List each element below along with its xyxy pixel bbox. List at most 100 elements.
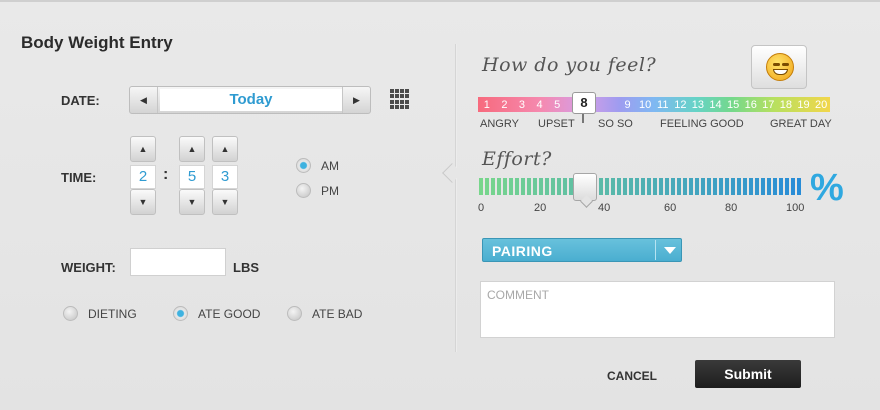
effort-segment <box>479 178 483 195</box>
smiley-face-icon <box>766 53 794 81</box>
effort-tick: 20 <box>534 202 547 214</box>
feel-number[interactable]: 3 <box>513 99 531 111</box>
effort-segment <box>743 178 747 195</box>
feel-number[interactable]: 20 <box>812 99 830 111</box>
effort-segment <box>545 178 549 195</box>
feel-number[interactable]: 13 <box>689 99 707 111</box>
date-picker: ◀ Today ▶ <box>129 86 371 114</box>
feel-number[interactable]: 2 <box>496 99 514 111</box>
effort-segment <box>749 178 753 195</box>
feel-number[interactable]: 9 <box>619 99 637 111</box>
feel-number[interactable]: 15 <box>724 99 742 111</box>
effort-segment <box>689 178 693 195</box>
hour-down-button[interactable]: ▼ <box>130 189 156 215</box>
effort-segment <box>755 178 759 195</box>
minute-tens-field[interactable]: 5 <box>179 165 205 189</box>
comment-field[interactable] <box>480 281 835 338</box>
effort-segment <box>503 178 507 195</box>
effort-segment <box>557 178 561 195</box>
feel-label-great-day: GREAT DAY <box>770 118 832 130</box>
feel-label-angry: ANGRY <box>480 118 519 130</box>
minute-tens-down-button[interactable]: ▼ <box>179 189 205 215</box>
date-value[interactable]: Today <box>160 89 342 111</box>
hour-field[interactable]: 2 <box>130 165 156 189</box>
ate-good-label: ATE GOOD <box>198 307 261 321</box>
minute-ones-field[interactable]: 3 <box>212 165 238 189</box>
effort-segment <box>563 178 567 195</box>
column-divider <box>455 44 457 352</box>
feel-number[interactable]: 11 <box>654 99 672 111</box>
feel-number[interactable]: 4 <box>531 99 549 111</box>
effort-segment <box>761 178 765 195</box>
effort-segment <box>725 178 729 195</box>
calendar-grid-icon[interactable] <box>390 89 410 109</box>
pm-label: PM <box>321 184 339 198</box>
effort-segment <box>599 178 603 195</box>
effort-segment <box>647 178 651 195</box>
feel-number[interactable]: 16 <box>742 99 760 111</box>
feel-scale[interactable]: 1234567891011121314151617181920 <box>478 97 830 112</box>
time-label: TIME: <box>61 170 97 185</box>
feel-number[interactable]: 10 <box>636 99 654 111</box>
feel-number[interactable]: 18 <box>777 99 795 111</box>
dropdown-separator <box>655 240 656 260</box>
dieting-label: DIETING <box>88 307 137 321</box>
minute-ones-up-button[interactable]: ▲ <box>212 136 238 162</box>
weight-unit: LBS <box>233 260 259 275</box>
cancel-button[interactable]: CANCEL <box>607 369 657 383</box>
effort-segment <box>485 178 489 195</box>
feel-label-upset: UPSET <box>538 118 575 130</box>
effort-tick: 100 <box>786 202 805 214</box>
effort-segment <box>659 178 663 195</box>
feel-label-so-so: SO SO <box>598 118 633 130</box>
ate-bad-radio[interactable] <box>287 306 302 321</box>
effort-title: Effort? <box>482 148 552 170</box>
effort-tick: 60 <box>664 202 677 214</box>
dieting-radio[interactable] <box>63 306 78 321</box>
effort-segment <box>527 178 531 195</box>
page-title: Body Weight Entry <box>21 33 173 52</box>
feel-number[interactable]: 19 <box>795 99 813 111</box>
feel-number[interactable]: 17 <box>760 99 778 111</box>
ate-bad-label: ATE BAD <box>312 307 363 321</box>
effort-segment <box>641 178 645 195</box>
hour-up-button[interactable]: ▲ <box>130 136 156 162</box>
effort-segment <box>767 178 771 195</box>
effort-segment <box>779 178 783 195</box>
effort-slider[interactable] <box>479 178 801 195</box>
effort-segment <box>515 178 519 195</box>
effort-segment <box>671 178 675 195</box>
effort-segment <box>713 178 717 195</box>
effort-slider-handle[interactable] <box>573 173 597 201</box>
am-label: AM <box>321 159 339 173</box>
feel-number[interactable]: 5 <box>548 99 566 111</box>
feel-label-feeling-good: FEELING GOOD <box>660 118 744 130</box>
feel-number[interactable]: 14 <box>707 99 725 111</box>
effort-segment <box>791 178 795 195</box>
effort-segment <box>785 178 789 195</box>
submit-button[interactable]: Submit <box>695 360 801 388</box>
weight-label: WEIGHT: <box>61 260 116 275</box>
time-separator: : <box>163 166 169 183</box>
minute-ones-down-button[interactable]: ▼ <box>212 189 238 215</box>
feel-marker-tick <box>582 113 584 123</box>
effort-segment <box>653 178 657 195</box>
activity-dropdown[interactable]: PAIRING <box>482 238 682 262</box>
weight-input[interactable] <box>130 248 226 276</box>
chevron-left-icon[interactable]: ◀ <box>130 87 158 113</box>
effort-segment <box>737 178 741 195</box>
effort-segment <box>497 178 501 195</box>
feel-number[interactable]: 1 <box>478 99 496 111</box>
pm-radio[interactable] <box>296 183 311 198</box>
mood-emoji-button[interactable] <box>751 45 807 89</box>
am-radio[interactable] <box>296 158 311 173</box>
effort-segment <box>629 178 633 195</box>
feel-marker[interactable]: 8 <box>572 92 596 114</box>
feel-number[interactable]: 12 <box>672 99 690 111</box>
effort-tick: 80 <box>725 202 738 214</box>
effort-segment <box>719 178 723 195</box>
minute-tens-up-button[interactable]: ▲ <box>179 136 205 162</box>
left-column: Body Weight Entry DATE: ◀ Today ▶ TIME: … <box>0 2 456 410</box>
ate-good-radio[interactable] <box>173 306 188 321</box>
chevron-right-icon[interactable]: ▶ <box>342 87 370 113</box>
